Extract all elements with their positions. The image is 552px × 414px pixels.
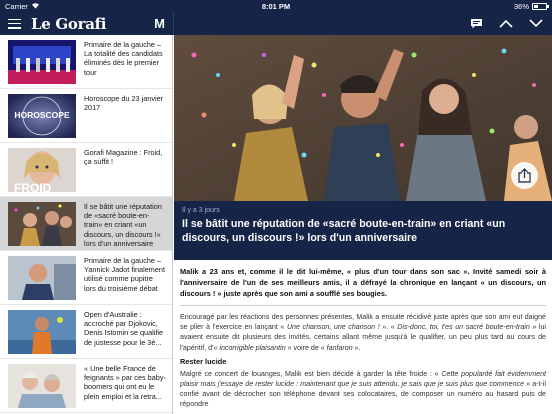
app-logo: Le Gorafi bbox=[31, 14, 107, 33]
article-subheading: Rester lucide bbox=[180, 356, 227, 366]
comment-icon[interactable] bbox=[468, 16, 484, 32]
article-title: Il se bâtit une réputation de «sacré bou… bbox=[182, 218, 506, 244]
wifi-icon bbox=[31, 2, 40, 11]
list-item[interactable]: Primaire de la gauche – La totalité des … bbox=[0, 35, 172, 89]
navigation-bar: Le Gorafi M bbox=[0, 12, 552, 35]
list-item-title: Horoscope du 23 janvier 2017 bbox=[84, 94, 164, 113]
article-body: Malik a 23 ans et, comme il le dit lui-m… bbox=[174, 260, 552, 414]
article-lede: Malik a 23 ans et, comme il le dit lui-m… bbox=[180, 266, 546, 306]
article-thumbnail bbox=[8, 202, 76, 246]
chevron-down-icon[interactable] bbox=[528, 16, 544, 32]
status-bar: Carrier 8:01 PM 36% bbox=[0, 0, 552, 12]
list-item-title: Open d'Australie : accroché par Djokovic… bbox=[84, 310, 164, 347]
froid-thumb-text: FROID bbox=[14, 181, 52, 192]
article-thumbnail: HOROSCOPE bbox=[8, 94, 76, 138]
article-thumbnail bbox=[8, 364, 76, 408]
list-item[interactable]: Open d'Australie : accroché par Djokovic… bbox=[0, 305, 172, 359]
article-thumbnail: FROID bbox=[8, 148, 76, 192]
article-paragraph: Malgré ce concert de louanges, Malik est… bbox=[180, 369, 546, 409]
carrier-label: Carrier bbox=[5, 1, 28, 11]
article-date: Il y a 3 jours bbox=[182, 207, 220, 214]
list-item[interactable]: FROID Gorafi Magazine : Froid, ça suffit… bbox=[0, 143, 172, 197]
hamburger-menu-icon[interactable] bbox=[8, 18, 21, 29]
list-item-title: Primaire de la gauche – La totalité des … bbox=[84, 40, 163, 77]
m-button[interactable]: M bbox=[154, 16, 165, 31]
article-thumbnail bbox=[8, 256, 76, 300]
status-time: 8:01 PM bbox=[261, 1, 291, 11]
battery-icon bbox=[532, 2, 549, 10]
list-item-title: Gorafi Magazine : Froid, ça suffit ! bbox=[84, 148, 163, 167]
article-thumbnail bbox=[8, 310, 76, 354]
list-item[interactable]: HOROSCOPE Horoscope du 23 janvier 2017 bbox=[0, 89, 172, 143]
chevron-up-icon[interactable] bbox=[498, 16, 514, 32]
list-item-title: « Une belle France de feignants » par ce… bbox=[84, 364, 166, 401]
share-icon bbox=[518, 168, 531, 183]
battery-percent: 36% bbox=[513, 1, 529, 11]
share-button[interactable] bbox=[511, 162, 538, 189]
nav-divider bbox=[173, 12, 174, 35]
list-item[interactable]: Primaire de la gauche – Yannick Jadot fi… bbox=[0, 251, 172, 305]
horoscope-thumb-text: HOROSCOPE bbox=[14, 110, 70, 120]
hero-image bbox=[174, 35, 552, 201]
list-item[interactable]: « Une belle France de feignants » par ce… bbox=[0, 359, 172, 413]
article-list[interactable]: Primaire de la gauche – La totalité des … bbox=[0, 35, 173, 414]
article-header: Il y a 3 jours Il se bâtit une réputatio… bbox=[174, 201, 552, 260]
list-item-selected[interactable]: Il se bâtit une réputation de «sacré bou… bbox=[0, 197, 172, 251]
article-thumbnail bbox=[8, 40, 76, 84]
list-item-title: Il se bâtit une réputation de «sacré bou… bbox=[84, 202, 162, 248]
article-paragraph: Encouragé par les réactions des personne… bbox=[180, 313, 546, 352]
list-item-title: Primaire de la gauche – Yannick Jadot fi… bbox=[84, 256, 165, 293]
